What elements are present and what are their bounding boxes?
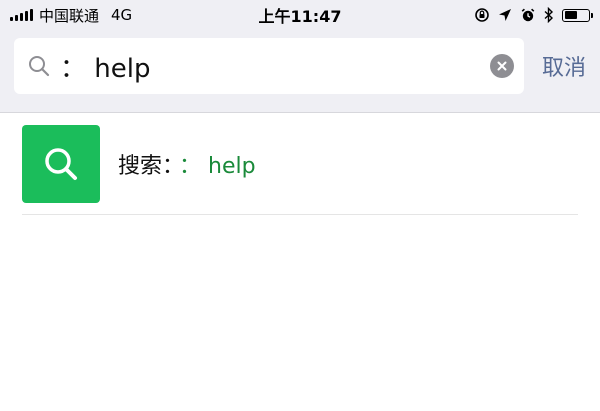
alarm-icon — [521, 8, 535, 22]
orientation-lock-icon — [475, 8, 489, 22]
bluetooth-icon — [544, 7, 554, 23]
result-label: 搜索：： help — [118, 148, 256, 180]
search-input-value[interactable]: ： help — [60, 48, 490, 85]
search-icon — [29, 56, 50, 77]
search-header: 中国联通 4G 上午11:47 ： help 取消 — [0, 0, 600, 113]
result-prefix: 搜索： — [118, 153, 174, 179]
result-keyword: ： help — [179, 153, 256, 179]
close-icon — [497, 61, 507, 71]
cancel-button[interactable]: 取消 — [542, 50, 586, 82]
status-icons — [474, 7, 593, 23]
search-result-item[interactable]: 搜索：： help — [22, 124, 578, 215]
clear-search-button[interactable] — [489, 54, 514, 78]
search-input[interactable]: ： help — [14, 38, 524, 94]
result-search-icon-tile — [22, 124, 100, 203]
battery-level — [564, 11, 578, 19]
battery-icon — [562, 8, 593, 22]
search-row: ： help 取消 — [0, 38, 600, 94]
signal-strength-icon — [10, 9, 33, 21]
location-arrow-icon — [499, 9, 511, 21]
network-type: 4G — [111, 6, 133, 24]
carrier-name: 中国联通 — [39, 6, 100, 25]
status-bar: 中国联通 4G 上午11:47 — [0, 0, 600, 30]
search-icon — [45, 147, 77, 180]
